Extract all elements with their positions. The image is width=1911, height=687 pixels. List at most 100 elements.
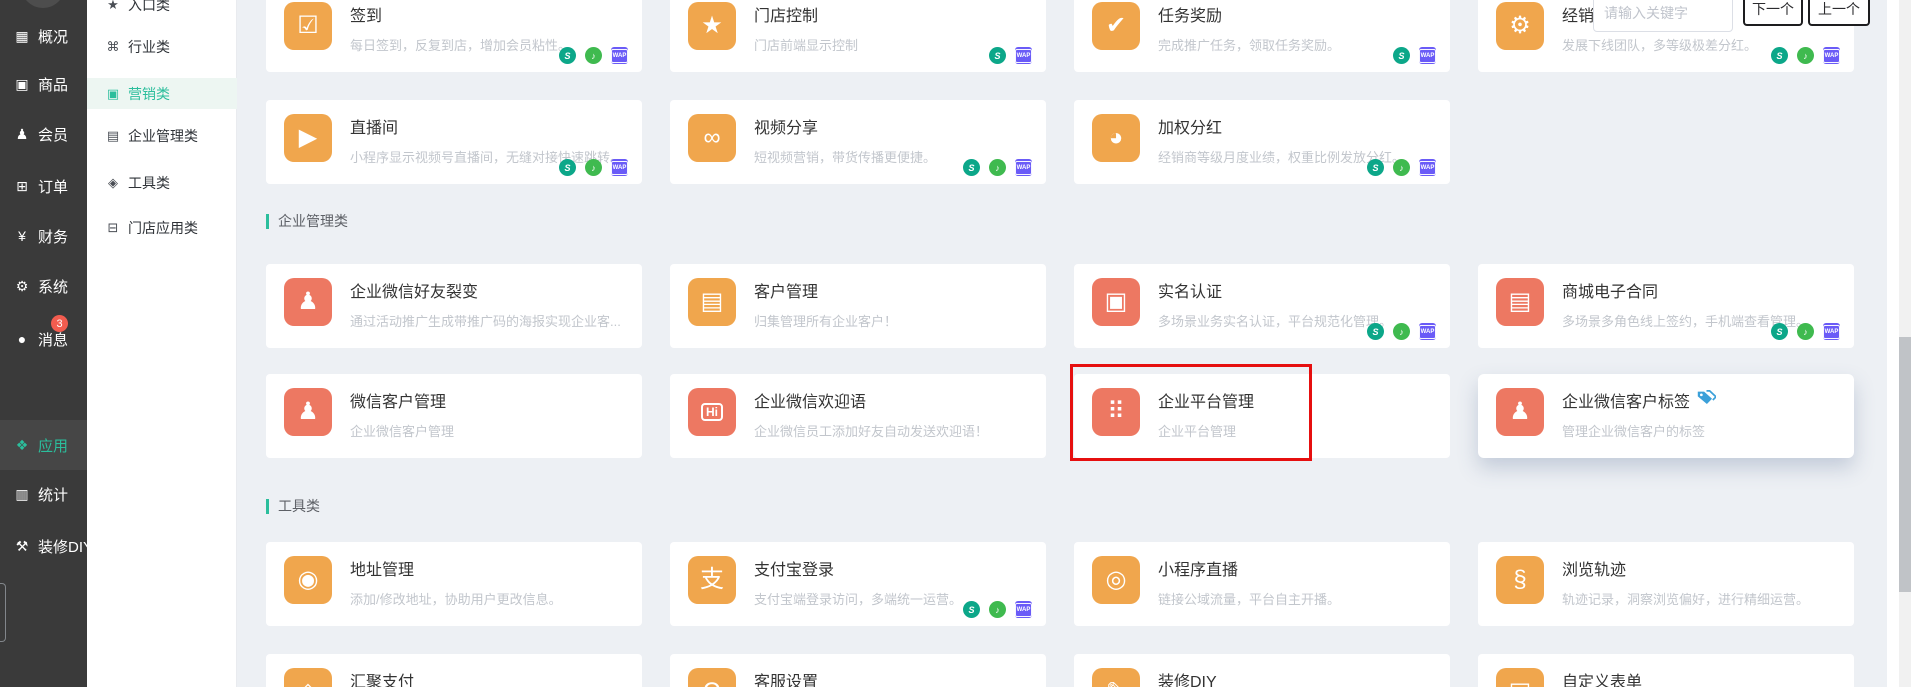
app-card[interactable]: ▣实名认证多场景业务实名认证，平台规范化管理。S♪WAP (1074, 264, 1450, 348)
app-card[interactable]: ⠿企业平台管理企业平台管理 (1074, 374, 1450, 458)
app-card[interactable]: ♟微信客户管理企业微信客户管理 (266, 374, 642, 458)
tags-icon (1697, 390, 1716, 411)
sidebar-item-goods[interactable]: ▣商品 (0, 73, 87, 95)
section-header-bar (266, 214, 269, 229)
marketing-category-icon: ▣ (104, 86, 122, 102)
category-item-tools[interactable]: ◈工具类 (87, 168, 237, 198)
app-card[interactable]: ▤商城电子合同多场景多角色线上签约，手机端查看管理。S♪WAP (1478, 264, 1854, 348)
app-card[interactable]: ▤自定义表单 (1478, 654, 1854, 687)
app-card[interactable]: ◕加权分红经销商等级月度业绩，权重比例发放分红。S♪WAP (1074, 100, 1450, 184)
app-card-title: 装修DIY (1158, 668, 1217, 687)
app-card-title: 加权分红 (1158, 114, 1405, 138)
app-card[interactable]: ∞视频分享短视频营销，带货传播更便捷。S♪WAP (670, 100, 1046, 184)
sidebar-item-overview[interactable]: ▦概况 (0, 25, 87, 47)
app-card-title: 自定义表单 (1562, 668, 1642, 687)
store-control-medal-icon: ★ (688, 2, 736, 50)
app-card[interactable]: ✔任务奖励完成推广任务，领取任务奖励。SWAP (1074, 0, 1450, 72)
wap-icon: WAP (1419, 47, 1436, 64)
app-card[interactable]: ◎小程序直播链接公域流量，平台自主开播。 (1074, 542, 1450, 626)
sidebar-item-decorate-diy[interactable]: ⚒装修DIY (0, 535, 87, 557)
app-card[interactable]: 支支付宝登录支付宝端登录访问，多端统一运营。S♪WAP (670, 542, 1046, 626)
app-card-desc: 通过活动推广生成带推广码的海报实现企业客... (350, 311, 621, 330)
avatar[interactable] (21, 0, 65, 8)
keyword-input[interactable] (1593, 0, 1733, 32)
sidebar-item-statistics[interactable]: ▥统计 (0, 483, 87, 505)
app-card-desc: 支付宝端登录访问，多端统一运营。 (754, 589, 962, 608)
app-card-title: 签到 (350, 2, 571, 26)
real-name-id-card-icon: ▣ (1092, 278, 1140, 326)
app-card[interactable]: ◈汇聚支付 (266, 654, 642, 687)
app-card[interactable]: ★门店控制门店前端显示控制SWAP (670, 0, 1046, 72)
miniprogram-live-camera-icon: ◎ (1092, 556, 1140, 604)
app-card[interactable]: ▶直播间小程序显示视频号直播间，无缝对接快速跳转。S♪WAP (266, 100, 642, 184)
sidebar-item-label: 订单 (38, 176, 68, 197)
sidebar-item-label: 会员 (38, 124, 68, 145)
platform-badges: S♪WAP (1367, 323, 1436, 340)
category-item-entry[interactable]: ★ 入口类 (87, 0, 237, 20)
tools-category-icon: ◈ (104, 175, 122, 191)
platform-badges: SWAP (989, 47, 1032, 64)
platform-badges: S♪WAP (1771, 323, 1840, 340)
customer-doc-icon: ▤ (688, 278, 736, 326)
task-reward-clipboard-icon: ✔ (1092, 2, 1140, 50)
app-window: ▦概况▣商品♟会员⊞订单¥财务⚙系统●消息3❖应用▥统计⚒装修DIY ★入口类⌘… (0, 0, 1911, 687)
app-card-desc: 企业微信客户管理 (350, 421, 454, 440)
app-card-desc: 企业微信员工添加好友自动发送欢迎语！ (754, 421, 988, 440)
app-card[interactable]: ✎ 装修DIY (1074, 654, 1450, 687)
app-card[interactable]: ◉地址管理添加/修改地址，协助用户更改信息。 (266, 542, 642, 626)
app-card-title: 企业微信欢迎语 (754, 388, 988, 412)
h5-icon: ♪ (1393, 159, 1410, 176)
next-button[interactable]: 下一个 (1743, 0, 1803, 26)
wap-icon: WAP (1823, 47, 1840, 64)
sidebar-item-orders[interactable]: ⊞订单 (0, 175, 87, 197)
category-item-label: 企业管理类 (128, 126, 198, 146)
category-item-label: 入口类 (128, 0, 170, 15)
category-item-enterprise[interactable]: ▤企业管理类 (87, 121, 237, 151)
distributor-icon: ⚙ (1496, 2, 1544, 50)
sidebar-item-members[interactable]: ♟会员 (0, 123, 87, 145)
category-item-store-apps[interactable]: ⊟门店应用类 (87, 213, 237, 243)
app-card-title: 视频分享 (754, 114, 936, 138)
weapp-icon: S (1367, 323, 1384, 340)
app-card-desc: 轨迹记录，洞察浏览偏好，进行精细运营。 (1562, 589, 1809, 608)
platform-badges: S♪WAP (559, 159, 628, 176)
decorate-diy-brush-icon: ✎ (1092, 668, 1140, 687)
platform-badges: S♪WAP (963, 601, 1032, 618)
section-header-bar (266, 499, 269, 514)
scrollbar-thumb[interactable] (1899, 337, 1911, 592)
sidebar-item-label: 系统 (38, 276, 68, 297)
video-share-link-icon: ∞ (688, 114, 736, 162)
app-card[interactable]: ▤客户管理归集管理所有企业客户！ (670, 264, 1046, 348)
app-card[interactable]: ♟企业微信好友裂变通过活动推广生成带推广码的海报实现企业客... (266, 264, 642, 348)
prev-button[interactable]: 上一个 (1808, 0, 1870, 26)
app-card[interactable]: Hi企业微信欢迎语企业微信员工添加好友自动发送欢迎语！ (670, 374, 1046, 458)
address-book-pin-icon: ◉ (284, 556, 332, 604)
category-item-industry[interactable]: ⌘行业类 (87, 32, 237, 62)
sidebar-item-label: 概况 (38, 26, 68, 47)
app-card-title: 任务奖励 (1158, 2, 1340, 26)
app-card-title: 商城电子合同 (1562, 278, 1809, 302)
sidebar-item-apps[interactable]: ❖应用 (0, 420, 90, 470)
left-edge-handle[interactable] (0, 583, 6, 642)
entry-category-icon: ★ (104, 0, 122, 13)
card-row: ▶直播间小程序显示视频号直播间，无缝对接快速跳转。S♪WAP∞视频分享短视频营销… (266, 100, 1854, 184)
category-item-marketing[interactable]: ▣ 营销类 (87, 78, 237, 109)
section-title: 企业管理类 (278, 211, 348, 231)
sidebar-item-messages[interactable]: ●消息3 (0, 328, 87, 350)
app-card[interactable]: Ω客服设置 (670, 654, 1046, 687)
scrollbar[interactable] (1899, 0, 1911, 687)
app-card[interactable]: §浏览轨迹轨迹记录，洞察浏览偏好，进行精细运营。 (1478, 542, 1854, 626)
main-sidebar: ▦概况 ▣商品 ♟会员 ⊞订单 ¥财务 ⚙系统 ●消息3 ❖应用 ▥统计 ⚒装修DIY (0, 0, 87, 687)
app-card-desc: 添加/修改地址，协助用户更改信息。 (350, 589, 562, 608)
sidebar-item-system[interactable]: ⚙系统 (0, 275, 87, 297)
weighted-dividend-icon: ◕ (1092, 114, 1140, 162)
sidebar-item-finance[interactable]: ¥财务 (0, 225, 87, 247)
h5-icon: ♪ (1393, 323, 1410, 340)
live-room-camera-icon: ▶ (284, 114, 332, 162)
app-card-desc: 归集管理所有企业客户！ (754, 311, 897, 330)
app-card[interactable]: ☑签到每日签到，反复到店，增加会员粘性。S♪WAP (266, 0, 642, 72)
app-card[interactable]: ♟企业微信客户标签管理企业微信客户的标签 (1478, 374, 1854, 458)
category-item-label: 营销类 (128, 84, 170, 104)
card-row: ◈汇聚支付 Ω客服设置 ✎ 装修DIY ▤自定义表单 (266, 654, 1854, 687)
card-row: ♟微信客户管理企业微信客户管理Hi企业微信欢迎语企业微信员工添加好友自动发送欢迎… (266, 374, 1854, 458)
